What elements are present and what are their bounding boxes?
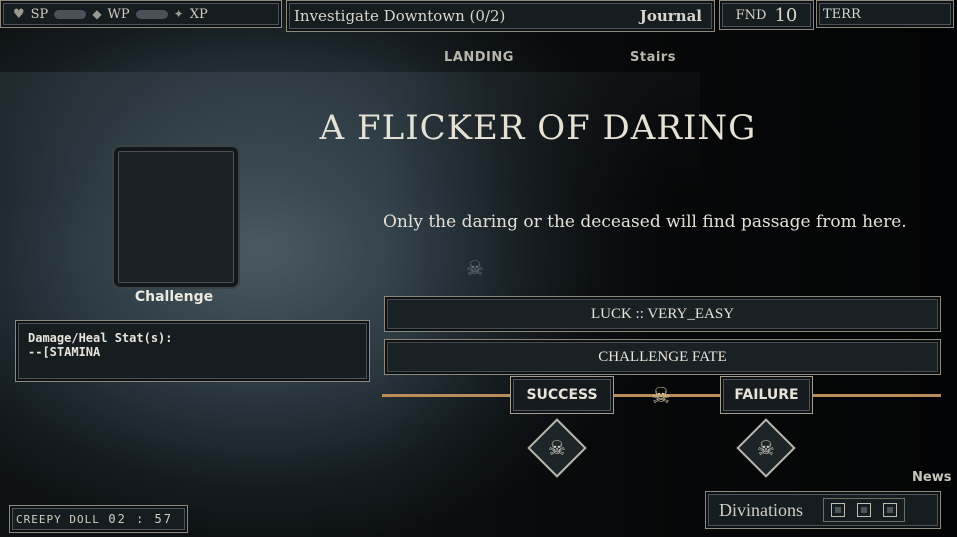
terr-label: TERR bbox=[823, 6, 861, 22]
doll-name: CREEPY DOLL bbox=[16, 512, 100, 526]
divination-slots bbox=[823, 498, 905, 522]
fnd-counter: FND 10 bbox=[719, 0, 814, 30]
stats-bar: ♥ SP ◆ WP ✦ XP bbox=[0, 0, 282, 28]
success-label: SUCCESS bbox=[510, 376, 614, 414]
quest-title: Investigate Downtown (0/2) bbox=[294, 7, 506, 25]
doll-timer: 02 : 57 bbox=[108, 512, 173, 526]
divinations-panel[interactable]: Divinations bbox=[705, 491, 941, 529]
divination-slot[interactable] bbox=[831, 503, 845, 517]
xp-icon: ✦ bbox=[173, 7, 184, 21]
stats-info-box: Damage/Heal Stat(s): --[STAMINA bbox=[15, 320, 370, 382]
location-landing[interactable]: LANDING bbox=[444, 50, 514, 65]
divination-slot[interactable] bbox=[857, 503, 871, 517]
luck-button[interactable]: LUCK :: VERY_EASY bbox=[384, 296, 941, 332]
fnd-label: FND bbox=[735, 7, 767, 23]
news-button[interactable]: News bbox=[912, 470, 951, 485]
background-skull-icon: ☠ bbox=[466, 256, 484, 280]
challenge-fate-button[interactable]: CHALLENGE FATE bbox=[384, 339, 941, 375]
divination-slot[interactable] bbox=[883, 503, 897, 517]
event-description: Only the daring or the deceased will fin… bbox=[383, 212, 907, 232]
journal-button[interactable]: Journal bbox=[640, 7, 702, 25]
sp-meter bbox=[54, 9, 87, 19]
fnd-value: 10 bbox=[774, 4, 798, 26]
stats-value: --[STAMINA bbox=[28, 345, 101, 359]
stats-title: Damage/Heal Stat(s): bbox=[28, 331, 173, 345]
xp-label: XP bbox=[189, 6, 208, 22]
wp-icon: ◆ bbox=[92, 7, 102, 21]
sp-label: SP bbox=[30, 6, 49, 22]
divinations-label: Divinations bbox=[719, 499, 803, 520]
heart-icon: ♥ bbox=[13, 6, 25, 22]
failure-label: FAILURE bbox=[720, 376, 813, 414]
location-stairs[interactable]: Stairs bbox=[630, 50, 676, 65]
skull-icon: ☠ bbox=[651, 383, 671, 409]
card-label: Challenge bbox=[134, 289, 214, 305]
challenge-card bbox=[112, 145, 240, 289]
doll-timer-panel: CREEPY DOLL 02 : 57 bbox=[9, 505, 188, 533]
event-title: A FLICKER OF DARING bbox=[319, 108, 757, 148]
terr-panel: TERR bbox=[816, 0, 954, 28]
quest-bar[interactable]: Investigate Downtown (0/2) Journal bbox=[286, 0, 715, 32]
wp-meter bbox=[135, 9, 168, 19]
wp-label: WP bbox=[107, 6, 130, 22]
